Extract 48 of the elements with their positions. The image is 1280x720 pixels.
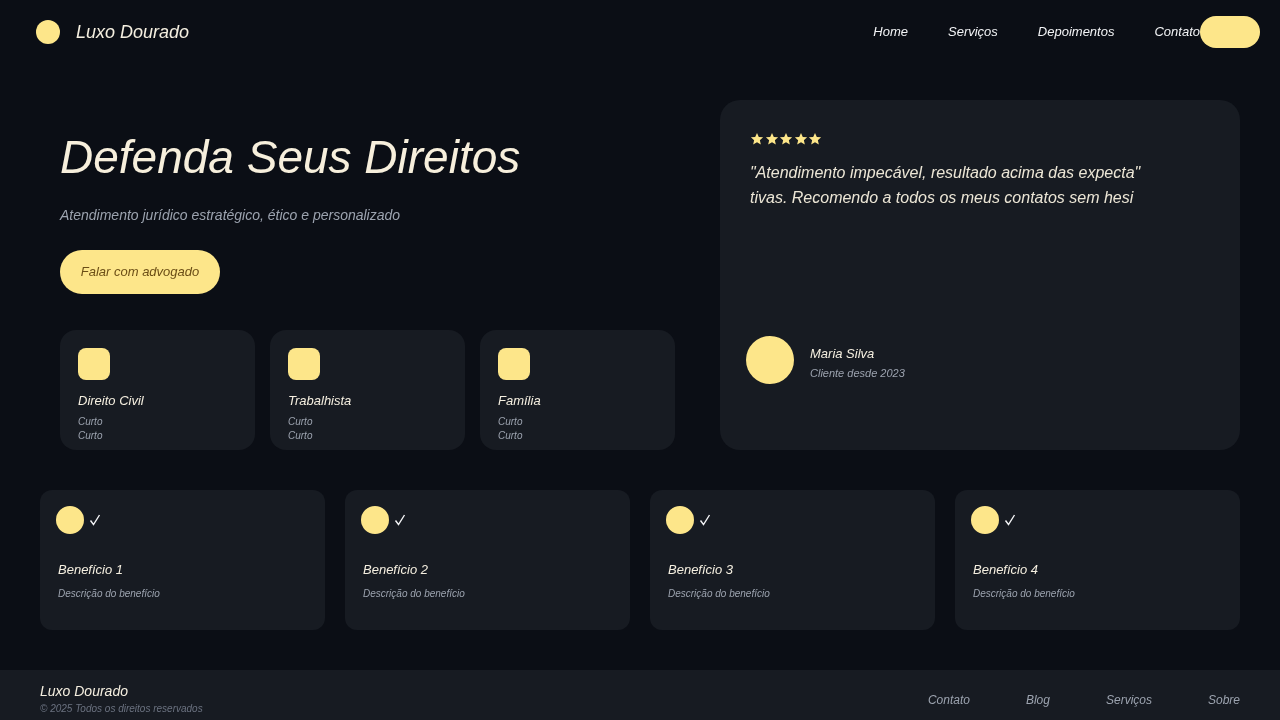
- benefit-description: Descrição do benefício: [972, 587, 1076, 601]
- star-icon: [750, 132, 764, 146]
- check-icon: [1004, 514, 1016, 526]
- check-icon: [699, 514, 711, 526]
- nav-link[interactable]: Serviços: [948, 22, 998, 42]
- check-icon: [394, 514, 406, 526]
- cta-button[interactable]: Falar com advogado: [60, 250, 220, 294]
- footer-brand: Luxo Dourado: [40, 682, 129, 700]
- nav-link[interactable]: Home: [873, 22, 908, 42]
- service-line: Curto: [78, 429, 104, 443]
- benefit-description: Descrição do benefício: [57, 587, 161, 601]
- footer-link[interactable]: Contato: [927, 691, 970, 720]
- star-icon: [779, 132, 793, 146]
- service-title: Família: [498, 392, 542, 410]
- avatar: [746, 336, 794, 384]
- benefit-title: Benefício 2: [362, 561, 430, 579]
- service-line: Curto: [288, 429, 314, 443]
- benefit-title: Benefício 1: [57, 561, 125, 579]
- nav-button[interactable]: [1200, 16, 1260, 48]
- benefit-title: Benefício 4: [972, 561, 1040, 579]
- benefit-title: Benefício 3: [667, 561, 735, 579]
- benefit-description: Descrição do benefício: [362, 587, 466, 601]
- square-icon: [288, 348, 320, 380]
- nav-link[interactable]: Contato: [1154, 22, 1200, 42]
- service-line: Curto: [498, 429, 524, 443]
- service-title: Trabalhista: [288, 392, 353, 410]
- benefit-description: Descrição do benefício: [667, 587, 771, 601]
- nav-link[interactable]: Depoimentos: [1037, 22, 1115, 42]
- author-since: Cliente desde 2023: [810, 365, 905, 380]
- square-icon: [498, 348, 530, 380]
- hero-subtitle: Atendimento jurídico estratégico, ético e personalizado: [60, 206, 402, 225]
- author-name: Maria Silva: [810, 344, 876, 363]
- hero-title: Defenda Seus Direitos: [60, 130, 522, 185]
- footer-link[interactable]: Serviços: [1105, 691, 1152, 720]
- service-line: Curto: [78, 415, 104, 429]
- service-line: Curto: [288, 415, 314, 429]
- star-icon: [793, 132, 808, 146]
- star-icon: [764, 132, 779, 146]
- brand-name[interactable]: Luxo Dourado: [76, 18, 190, 46]
- service-line: Curto: [498, 415, 524, 429]
- testimonial-quote: "Atendimento impecável, resultado acima das expecta" tivas. Recomendo a todos os meus contatos sem hesi: [750, 163, 1142, 208]
- footer-copyright: © 2025 Todos os direitos reservados: [40, 702, 203, 716]
- star-icon: [808, 132, 822, 146]
- square-icon: [78, 348, 110, 380]
- footer-link[interactable]: Blog: [1025, 691, 1050, 720]
- check-icon: [89, 514, 101, 526]
- footer-link[interactable]: Sobre: [1207, 691, 1240, 720]
- service-title: Direito Civil: [78, 392, 145, 410]
